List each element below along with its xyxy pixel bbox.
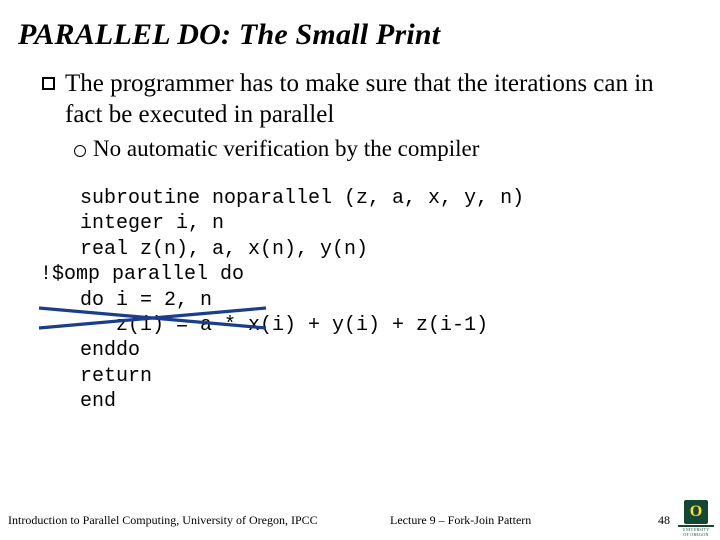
- page-number: 48: [658, 513, 670, 528]
- footer-center-text: Lecture 9 – Fork-Join Pattern: [390, 513, 531, 528]
- footer: Introduction to Parallel Computing, Univ…: [0, 504, 720, 528]
- code-line: return: [80, 365, 152, 388]
- code-line: integer i, n: [80, 212, 224, 235]
- logo-text2: OF OREGON: [678, 533, 714, 537]
- code-block: subroutine noparallel (z, a, x, y, n) in…: [0, 162, 720, 415]
- code-line: real z(n), a, x(n), y(n): [80, 238, 368, 261]
- bullet1-text: The programmer has to make sure that the…: [65, 68, 678, 130]
- footer-left-text: Introduction to Parallel Computing, Univ…: [8, 513, 318, 528]
- code-line: z(i) = a * x(i) + y(i) + z(i-1): [80, 314, 488, 337]
- bullet-level2: No automatic verification by the compile…: [0, 130, 720, 162]
- university-oregon-logo: O UNIVERSITY OF OREGON: [678, 500, 714, 536]
- logo-letter: O: [690, 503, 702, 521]
- code-line: enddo: [80, 339, 140, 362]
- logo-o-icon: O: [684, 500, 708, 524]
- bullet2-text: No automatic verification by the compile…: [93, 136, 479, 162]
- slide: PARALLEL DO: The Small Print The program…: [0, 0, 720, 540]
- circle-bullet-icon: [74, 145, 86, 157]
- code-line: subroutine noparallel (z, a, x, y, n): [80, 187, 524, 210]
- code-line: end: [80, 390, 116, 413]
- square-bullet-icon: [42, 77, 55, 90]
- code-line-struck: !$omp parallel do: [40, 262, 244, 287]
- slide-title: PARALLEL DO: The Small Print: [0, 0, 720, 52]
- bullet-level1: The programmer has to make sure that the…: [0, 52, 720, 130]
- code-line: do i = 2, n: [80, 289, 212, 312]
